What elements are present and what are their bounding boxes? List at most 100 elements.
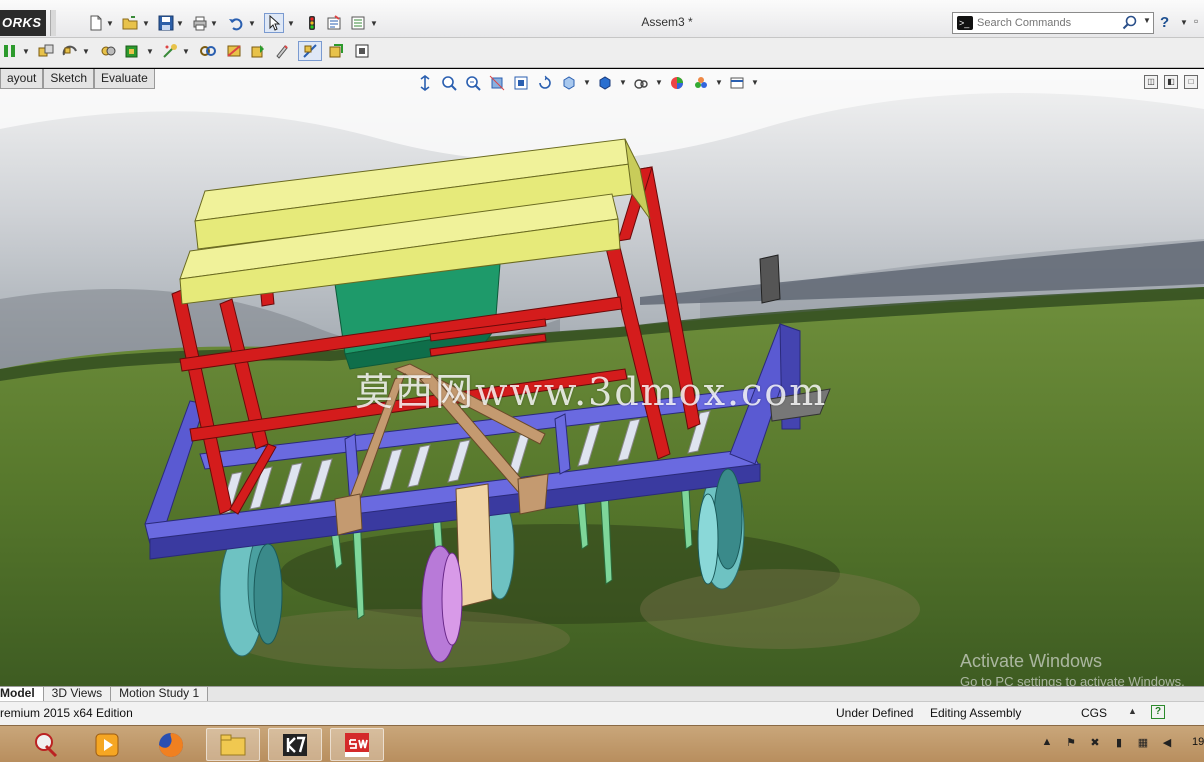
logo-separator: [50, 10, 56, 36]
rebuild-traffic-light-icon[interactable]: [302, 13, 322, 33]
bottom-tabs: Model 3D Views Motion Study 1: [0, 686, 1204, 702]
apply-scene-dropdown-icon[interactable]: ▼: [715, 73, 723, 93]
command-manager-tabs: ayout Sketch Evaluate: [0, 69, 155, 89]
display-style-dropdown-icon[interactable]: ▼: [619, 73, 627, 93]
tab-sketch[interactable]: Sketch: [43, 69, 95, 89]
print-icon[interactable]: [190, 13, 210, 33]
search-icon[interactable]: [1121, 15, 1139, 31]
select-dropdown-icon[interactable]: ▼: [287, 13, 295, 33]
show-dropdown-icon[interactable]: ▼: [182, 41, 190, 61]
pattern-dropdown-icon[interactable]: ▼: [82, 41, 90, 61]
section-view-icon[interactable]: [487, 73, 507, 93]
solidworks-logo[interactable]: ORKS: [0, 10, 46, 36]
title-bar: ORKS ▼ ▼ ▼ ▼ ▼ ▼ ▼ Assem3 * >_ ▼ ? ▼: [0, 0, 1204, 38]
graphics-viewport[interactable]: ▼ ▼ ▼ ▼ ▼ ◫ ◧ □ 莫西网www.3dmox.com Activat…: [0, 69, 1204, 686]
display-style-icon[interactable]: [595, 73, 615, 93]
pin-icon[interactable]: ▫: [1194, 14, 1198, 28]
options-icon[interactable]: [348, 13, 368, 33]
tab-3d-views[interactable]: 3D Views: [43, 687, 112, 702]
exploded-view-icon[interactable]: [298, 41, 322, 61]
status-bar: remium 2015 x64 Edition Under Defined Ed…: [0, 701, 1204, 725]
print-dropdown-icon[interactable]: ▼: [210, 13, 218, 33]
bill-of-materials-icon[interactable]: [272, 41, 292, 61]
hide-show-items-icon[interactable]: [631, 73, 651, 93]
taskbar-clock[interactable]: 19: [1192, 736, 1204, 748]
search-dropdown-icon[interactable]: ▼: [1143, 16, 1151, 25]
previous-view-icon[interactable]: [463, 73, 483, 93]
view-orientation-icon[interactable]: [559, 73, 579, 93]
view-settings-dropdown-icon[interactable]: ▼: [751, 73, 759, 93]
move-component-icon[interactable]: [122, 41, 142, 61]
undo-dropdown-icon[interactable]: ▼: [248, 13, 256, 33]
dynamic-annotation-icon[interactable]: [511, 73, 531, 93]
assembly-features-icon[interactable]: [198, 41, 218, 61]
viewport-controls: ◫ ◧ □: [1144, 75, 1198, 89]
tab-evaluate[interactable]: Evaluate: [94, 69, 155, 89]
status-mode: Editing Assembly: [930, 706, 1022, 720]
quick-tips-icon[interactable]: ?: [1151, 705, 1165, 719]
status-units[interactable]: CGS: [1081, 706, 1107, 720]
tray-network-icon[interactable]: ▦: [1136, 736, 1150, 752]
update-speedpak-icon[interactable]: [352, 41, 372, 61]
viewport-restore-icon[interactable]: ◫: [1144, 75, 1158, 89]
tab-model[interactable]: Model: [0, 687, 44, 702]
search-input[interactable]: [977, 15, 1117, 31]
new-dropdown-icon[interactable]: ▼: [106, 13, 114, 33]
grey-post: [759, 254, 781, 304]
command-prompt-icon: >_: [957, 16, 973, 30]
new-document-icon[interactable]: [86, 13, 106, 33]
taskbar-solidworks-icon[interactable]: [330, 728, 384, 761]
show-hidden-icon[interactable]: [160, 41, 180, 61]
open-dropdown-icon[interactable]: ▼: [142, 13, 150, 33]
smart-fasteners-icon[interactable]: [98, 41, 118, 61]
move-dropdown-icon[interactable]: ▼: [146, 41, 154, 61]
search-commands-box[interactable]: >_ ▼: [952, 12, 1154, 34]
viewport-maximize-icon[interactable]: □: [1184, 75, 1198, 89]
tray-action-center-icon[interactable]: ⚑: [1064, 736, 1078, 752]
view-orientation-dropdown-icon[interactable]: ▼: [583, 73, 591, 93]
hide-show-dropdown-icon[interactable]: ▼: [655, 73, 663, 93]
options-dropdown-icon[interactable]: ▼: [370, 13, 378, 33]
purple-gear-wheel: [421, 545, 463, 663]
zoom-to-area-icon[interactable]: [439, 73, 459, 93]
taskbar-k7-icon[interactable]: [268, 728, 322, 761]
rotate-view-icon[interactable]: [535, 73, 555, 93]
taskbar-file-explorer-icon[interactable]: [206, 728, 260, 761]
tab-motion-study[interactable]: Motion Study 1: [111, 687, 209, 702]
taskbar-app-network-icon[interactable]: [20, 728, 74, 761]
edit-appearance-icon[interactable]: [667, 73, 687, 93]
assembly-toolbar: ▼ ▼ ▼ ▼: [0, 38, 1204, 68]
linear-pattern-icon[interactable]: [60, 41, 80, 61]
reference-geometry-icon[interactable]: [224, 41, 244, 61]
viewport-tile-icon[interactable]: ◧: [1164, 75, 1178, 89]
tray-security-icon[interactable]: ✖: [1088, 736, 1102, 752]
taskbar-media-player-icon[interactable]: [80, 728, 134, 761]
tray-expand-icon[interactable]: ▲: [1040, 736, 1054, 752]
tray-battery-icon[interactable]: ▮: [1112, 736, 1126, 752]
instant3d-icon[interactable]: [326, 41, 346, 61]
apply-scene-icon[interactable]: [691, 73, 711, 93]
undo-icon[interactable]: [226, 13, 246, 33]
file-properties-icon[interactable]: [324, 13, 344, 33]
insert-components-icon[interactable]: [0, 41, 20, 61]
document-title: Assem3 *: [641, 15, 693, 29]
system-tray: ▲ ⚑ ✖ ▮ ▦ ◀: [1040, 736, 1174, 752]
tab-layout[interactable]: ayout: [0, 69, 44, 89]
units-up-arrow-icon[interactable]: ▲: [1128, 706, 1137, 716]
mate-icon[interactable]: [36, 41, 56, 61]
tray-volume-icon[interactable]: ◀: [1160, 736, 1174, 752]
help-dropdown-icon[interactable]: ▼: [1180, 18, 1188, 27]
open-folder-icon[interactable]: [120, 13, 140, 33]
save-dropdown-icon[interactable]: ▼: [176, 13, 184, 33]
save-icon[interactable]: [156, 13, 176, 33]
insert-dropdown-icon[interactable]: ▼: [22, 41, 30, 61]
help-icon[interactable]: ?: [1160, 14, 1176, 32]
zoom-to-fit-icon[interactable]: [415, 73, 435, 93]
activation-subtitle: Go to PC settings to activate Windows.: [960, 674, 1185, 686]
taskbar-firefox-icon[interactable]: [144, 728, 198, 761]
activation-title: Activate Windows: [960, 651, 1103, 671]
windows-taskbar: ▲ ⚑ ✖ ▮ ▦ ◀ 19: [0, 725, 1204, 762]
new-motion-study-icon[interactable]: [248, 41, 268, 61]
view-settings-icon[interactable]: [727, 73, 747, 93]
select-cursor-icon[interactable]: [264, 13, 284, 33]
